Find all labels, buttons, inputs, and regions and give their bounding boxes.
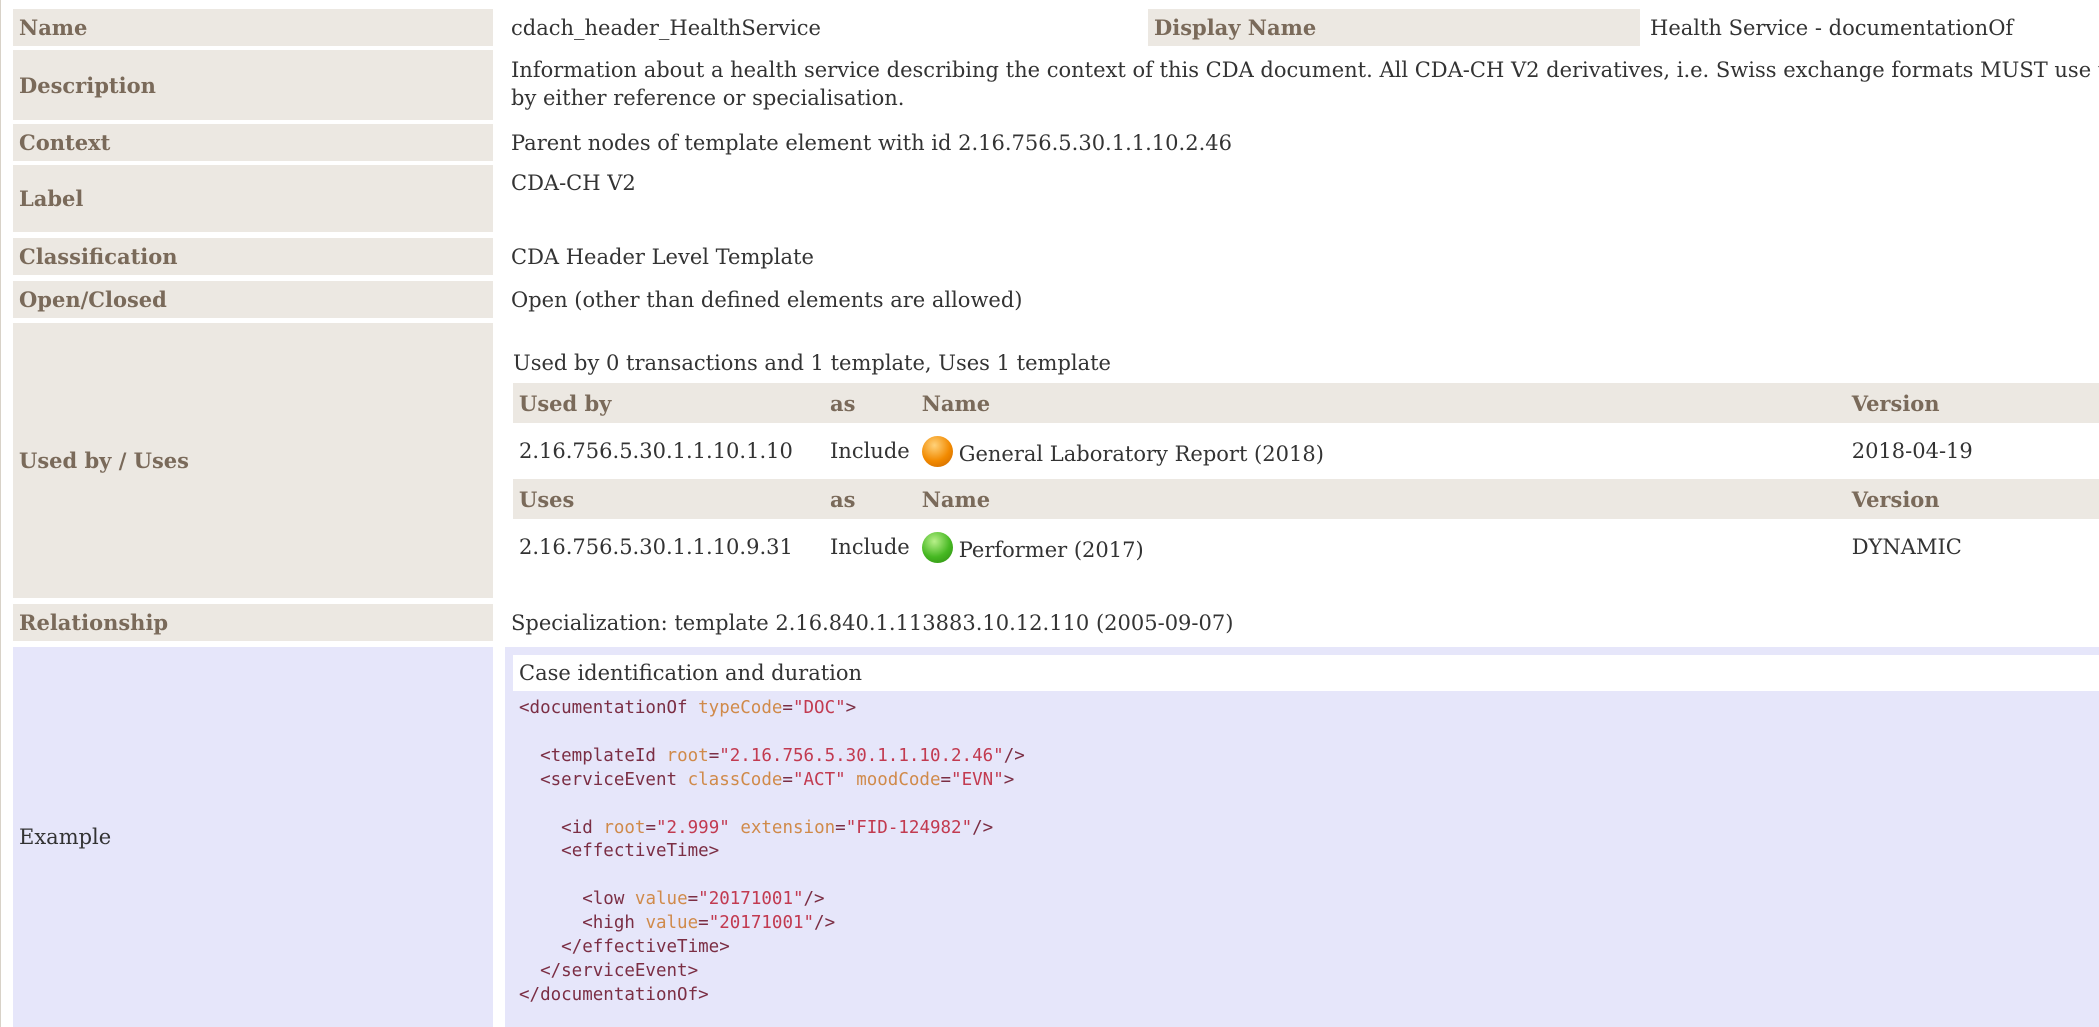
label-value: CDA-CH V2 — [511, 171, 636, 195]
name-value: cdach_header_HealthService — [511, 15, 821, 40]
relationship-value: Specialization: template 2.16.840.1.1138… — [511, 610, 1234, 635]
relationship-row: Relationship Specialization: template 2.… — [13, 604, 2099, 641]
table-row: 2.16.756.5.30.1.1.10.1.10 Include Genera… — [513, 423, 2099, 479]
display-name-label: Display Name — [1148, 9, 1640, 46]
context-row: Context Parent nodes of template element… — [13, 124, 2099, 161]
context-label: Context — [13, 124, 493, 161]
uses-col-header: Uses — [513, 479, 824, 519]
uses-name-cell[interactable]: Performer (2017) — [916, 519, 1846, 575]
uses-id: 2.16.756.5.30.1.1.10.9.31 — [519, 535, 793, 559]
display-name-value: Health Service - documentationOf — [1650, 15, 2014, 40]
example-label: Example — [13, 647, 493, 1027]
used-by-summary: Used by 0 transactions and 1 template, U… — [513, 351, 1111, 375]
name-col-header: Name — [915, 479, 1846, 519]
as-col-header: as — [824, 479, 916, 519]
example-value: Case identification and duration <docume… — [505, 647, 2099, 1027]
description-line-1: Information about a health service descr… — [511, 58, 2099, 82]
description-row: Description Information about a health s… — [13, 50, 2099, 120]
used-by-col-header: Used by — [513, 383, 824, 423]
as-col-header: as — [824, 383, 916, 423]
name-label: Name — [13, 9, 493, 46]
green-status-icon — [921, 531, 953, 563]
label-row: Label CDA-CH V2 — [13, 165, 2099, 232]
example-title: Case identification and duration — [513, 655, 2099, 691]
used-by-id: 2.16.756.5.30.1.1.10.1.10 — [519, 439, 793, 463]
label-label: Label — [13, 165, 493, 232]
description-value: Information about a health service descr… — [505, 50, 2099, 120]
used-by-name-cell[interactable]: General Laboratory Report (2018) — [916, 423, 1846, 479]
used-by-name-link[interactable]: General Laboratory Report (2018) — [959, 442, 1324, 466]
used-by-header-row: Used by as Name Version — [513, 383, 2099, 423]
classification-label: Classification — [13, 238, 493, 275]
open-closed-value: Open (other than defined elements are al… — [511, 287, 1023, 312]
description-label: Description — [13, 50, 493, 120]
example-row: Example Case identification and duration… — [13, 647, 2099, 1027]
uses-name-link[interactable]: Performer (2017) — [959, 538, 1144, 562]
open-closed-label: Open/Closed — [13, 281, 493, 318]
uses-as: Include — [830, 535, 910, 559]
table-row: 2.16.756.5.30.1.1.10.9.31 Include Perfor… — [513, 519, 2099, 575]
name-row: Name cdach_header_HealthService Display … — [13, 9, 2099, 46]
version-col-header: Version — [1845, 383, 2099, 423]
uses-version: DYNAMIC — [1851, 535, 1962, 559]
used-by-uses-value: Used by 0 transactions and 1 template, U… — [505, 323, 2099, 598]
version-col-header: Version — [1845, 479, 2099, 519]
used-by-uses-label: Used by / Uses — [13, 323, 493, 598]
used-by-as: Include — [830, 439, 910, 463]
classification-row: Classification CDA Header Level Template — [13, 238, 2099, 275]
template-detail-page: Name cdach_header_HealthService Display … — [0, 0, 2099, 1027]
name-col-header: Name — [915, 383, 1846, 423]
example-code: <documentationOf typeCode="DOC"> <templa… — [519, 698, 1025, 1005]
example-box: Case identification and duration <docume… — [513, 655, 2099, 1027]
description-line-2: by either reference or specialisation. — [511, 86, 905, 110]
orange-status-icon — [921, 435, 953, 467]
context-value: Parent nodes of template element with id… — [511, 130, 1232, 155]
uses-header-row: Uses as Name Version — [513, 479, 2099, 519]
open-closed-row: Open/Closed Open (other than defined ele… — [13, 281, 2099, 318]
used-by-version: 2018-04-19 — [1851, 439, 1973, 463]
relationship-label: Relationship — [13, 604, 493, 641]
used-by-uses-row: Used by / Uses Used by 0 transactions an… — [13, 323, 2099, 598]
classification-value: CDA Header Level Template — [511, 244, 814, 269]
used-by-uses-table: Used by as Name Version 2.16.756.5.30.1.… — [513, 383, 2099, 575]
